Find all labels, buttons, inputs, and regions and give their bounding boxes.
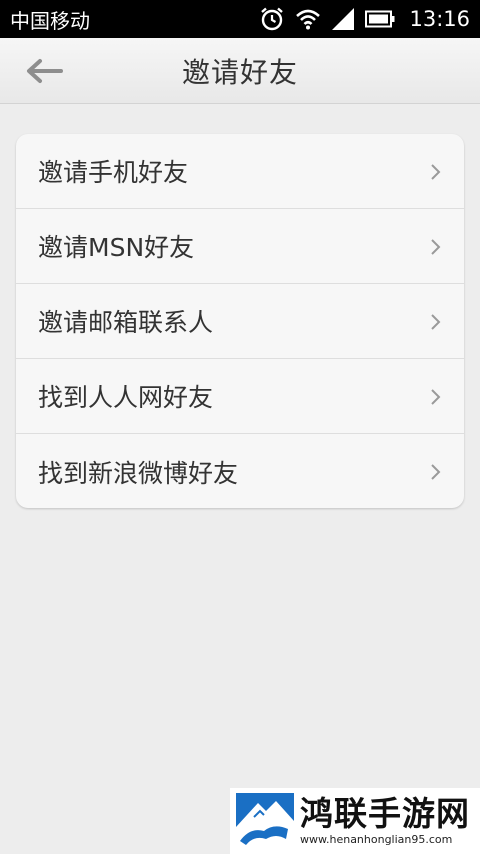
battery-icon [365, 10, 395, 28]
chevron-right-icon [431, 389, 441, 405]
list-item-label: 找到人人网好友 [38, 383, 214, 412]
list-item-label: 邀请MSN好友 [38, 233, 195, 262]
list-item-label: 邀请手机好友 [38, 158, 189, 187]
list-item-invite-email-contacts[interactable]: 邀请邮箱联系人 [16, 284, 464, 359]
back-button[interactable] [22, 53, 66, 89]
page-title: 邀请好友 [181, 55, 298, 89]
list-item-invite-msn-friends[interactable]: 邀请MSN好友 [16, 209, 464, 284]
carrier-name: 中国移动 [10, 8, 90, 33]
list-item-find-renren-friends[interactable]: 找到人人网好友 [16, 359, 464, 434]
watermark-text: 鸿联手游网 www.henanhonglian95.com [300, 795, 470, 847]
list-item-label: 邀请邮箱联系人 [38, 308, 214, 337]
wifi-icon [296, 9, 321, 30]
chevron-right-icon [431, 314, 441, 330]
back-arrow-icon [27, 59, 63, 83]
invite-options-list: 邀请手机好友 邀请MSN好友 邀请邮箱联系人 找到人人网好友 找到新浪微博好友 [16, 134, 464, 508]
watermark-url: www.henanhonglian95.com [300, 833, 453, 846]
status-time: 13:16 [409, 7, 470, 31]
watermark-title: 鸿联手游网 [300, 794, 470, 833]
signal-icon [332, 8, 355, 30]
title-bar: 邀请好友 [0, 38, 480, 104]
chevron-right-icon [431, 464, 441, 480]
list-item-invite-phone-friends[interactable]: 邀请手机好友 [16, 134, 464, 209]
list-item-label: 找到新浪微博好友 [38, 458, 239, 488]
list-item-find-weibo-friends[interactable]: 找到新浪微博好友 [16, 434, 464, 509]
watermark: 鸿联手游网 www.henanhonglian95.com [230, 788, 480, 854]
alarm-icon [261, 7, 284, 31]
status-icons: 13:16 [259, 6, 470, 32]
chevron-right-icon [431, 164, 441, 180]
chevron-right-icon [431, 239, 441, 255]
site-logo-icon [236, 793, 294, 849]
status-bar: 中国移动 13:16 [0, 0, 480, 38]
